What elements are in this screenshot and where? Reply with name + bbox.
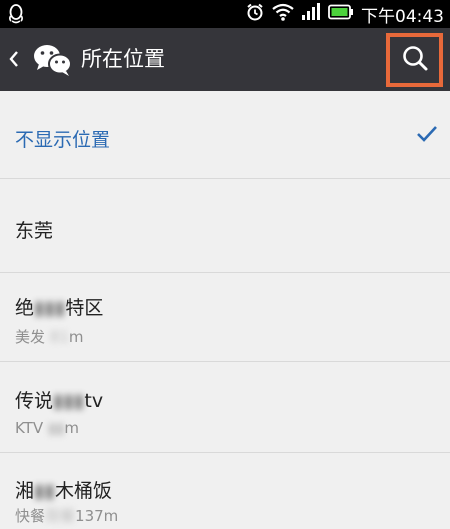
location-item[interactable]: 湘▮▮木桶饭 快餐简餐137m (0, 453, 450, 529)
location-item-dongguan[interactable]: 东莞 (0, 179, 450, 273)
wechat-icon (32, 42, 74, 82)
search-button[interactable] (390, 37, 439, 83)
blurred-text: ▮▮▮ (34, 297, 66, 319)
blurred-text: ▮▮ (47, 419, 65, 437)
app-bar: 所在位置 (0, 28, 450, 91)
blurred-text: ▮▮ (34, 480, 55, 502)
location-name: 不显示位置 (15, 129, 111, 151)
back-icon[interactable] (8, 48, 20, 74)
location-name: 传说▮▮▮tv (15, 390, 104, 412)
wifi-icon (272, 3, 294, 25)
location-detail: 快餐简餐137m (15, 507, 119, 525)
check-icon (416, 125, 438, 147)
status-time: 下午04:43 (361, 6, 444, 27)
location-item[interactable]: 传说▮▮▮tv KTV ▮▮m (0, 362, 450, 453)
location-item-hide[interactable]: 不显示位置 (0, 91, 450, 179)
search-icon (401, 44, 429, 76)
status-bar: 下午04:43 (0, 0, 450, 28)
alarm-icon (245, 2, 265, 26)
blurred-text: 81 (49, 328, 69, 346)
signal-icon (301, 3, 321, 25)
location-item[interactable]: 绝▮▮▮特区 美发 81m (0, 273, 450, 362)
blurred-text: ▮▮▮ (53, 390, 85, 412)
page-title: 所在位置 (81, 47, 165, 71)
location-name: 湘▮▮木桶饭 (15, 480, 112, 502)
blurred-text: 简餐 (45, 507, 76, 525)
battery-icon (328, 4, 354, 24)
location-detail: KTV ▮▮m (15, 419, 80, 437)
qq-icon (8, 4, 24, 28)
location-name: 绝▮▮▮特区 (15, 297, 104, 319)
location-name: 东莞 (15, 220, 54, 242)
location-detail: 美发 81m (15, 328, 84, 346)
